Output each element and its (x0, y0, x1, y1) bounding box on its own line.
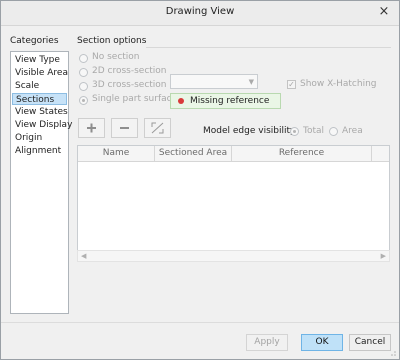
single-part-surface-radio[interactable] (79, 96, 88, 105)
no-section-label: No section (92, 52, 140, 62)
error-dot-icon (178, 98, 184, 104)
category-item-origin[interactable]: Origin (12, 132, 67, 144)
title-bar: Drawing View × (1, 1, 399, 26)
section-options-heading: Section options (77, 36, 147, 46)
section-options-divider (146, 47, 391, 48)
sections-table: Name Sectioned Area Reference (77, 145, 390, 262)
category-item-sections[interactable]: Sections (12, 93, 67, 105)
3d-cross-section-radio[interactable] (79, 82, 88, 91)
single-part-surface-label: Single part surface (92, 94, 178, 104)
edge-total-radio[interactable] (290, 127, 299, 136)
footer-divider (1, 322, 399, 323)
missing-reference-text: Missing reference (190, 96, 270, 106)
missing-reference-status: Missing reference (170, 93, 281, 109)
table-header: Name Sectioned Area Reference (78, 146, 389, 162)
flip-arrows-icon (151, 122, 164, 134)
show-xhatching-label: Show X-Hatching (300, 79, 377, 89)
apply-button[interactable]: Apply (246, 334, 288, 351)
chevron-down-icon: ▼ (248, 78, 254, 86)
remove-section-button[interactable] (111, 118, 138, 138)
scroll-right-icon[interactable]: ▶ (381, 252, 386, 260)
2d-cross-section-label: 2D cross-section (92, 66, 167, 76)
category-item-visible-area[interactable]: Visible Area (12, 67, 68, 79)
add-section-button[interactable] (78, 118, 105, 138)
table-horizontal-scrollbar[interactable]: ◀ ▶ (77, 250, 390, 262)
drawing-view-dialog: Drawing View × Categories View Type Visi… (0, 0, 400, 360)
categories-list: View Type Visible Area Scale Sections Vi… (10, 51, 72, 314)
2d-cross-section-radio[interactable] (79, 68, 88, 77)
3d-cross-section-label: 3D cross-section (92, 80, 167, 90)
minus-icon (120, 127, 129, 129)
flip-section-button[interactable] (144, 118, 171, 138)
section-select[interactable]: ▼ (170, 74, 258, 89)
ok-button[interactable]: OK (301, 334, 343, 351)
category-item-view-type[interactable]: View Type (12, 54, 67, 66)
show-xhatching-checkbox[interactable]: ✓ (287, 80, 296, 89)
resize-grip-icon[interactable] (389, 349, 397, 357)
category-item-scale[interactable]: Scale (12, 80, 67, 92)
category-item-view-states[interactable]: View States (12, 106, 68, 118)
edge-area-label: Area (342, 126, 363, 136)
model-edge-visibility-label: Model edge visibility (203, 126, 296, 136)
category-item-alignment[interactable]: Alignment (12, 145, 67, 157)
edge-area-radio[interactable] (329, 127, 338, 136)
dialog-title: Drawing View (165, 6, 235, 17)
edge-total-label: Total (303, 126, 325, 136)
plus-icon (87, 123, 96, 133)
close-icon[interactable]: × (377, 4, 391, 20)
cancel-button[interactable]: Cancel (349, 334, 391, 351)
column-header-name[interactable]: Name (78, 146, 155, 161)
column-header-sectioned-area[interactable]: Sectioned Area (155, 146, 232, 161)
categories-label: Categories (10, 36, 59, 46)
column-header-reference[interactable]: Reference (232, 146, 372, 161)
no-section-radio[interactable] (79, 54, 88, 63)
scroll-left-icon[interactable]: ◀ (81, 252, 86, 260)
category-item-view-display[interactable]: View Display (12, 119, 72, 131)
